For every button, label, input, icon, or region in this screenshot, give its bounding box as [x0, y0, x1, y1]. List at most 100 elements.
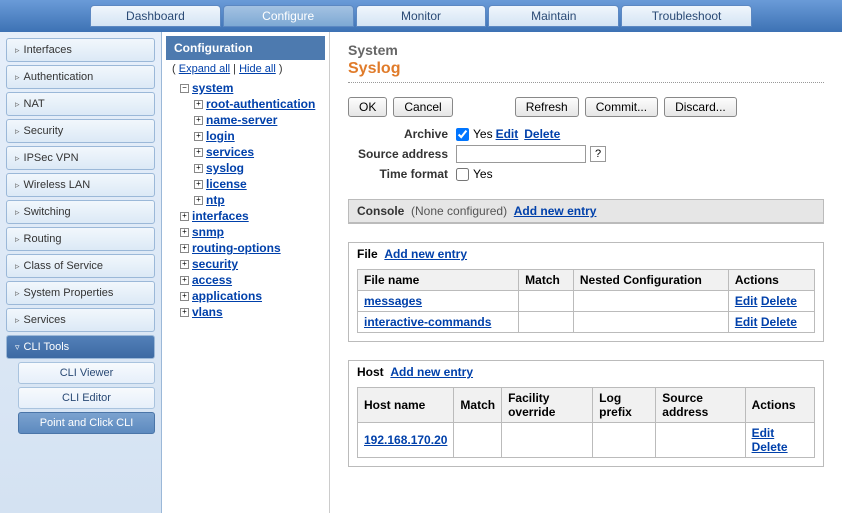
tree-link-vlans[interactable]: vlans	[192, 305, 223, 319]
tree-node-name-server[interactable]: +name-server	[194, 112, 325, 128]
sidebar-item-cli-tools[interactable]: CLI Tools	[6, 335, 155, 359]
tree-link-system[interactable]: system	[192, 81, 233, 95]
sidebar-item-interfaces[interactable]: Interfaces	[6, 38, 155, 62]
sidebar-item-ipsec-vpn[interactable]: IPSec VPN	[6, 146, 155, 170]
tree-node-root-authentication[interactable]: +root-authentication	[194, 96, 325, 112]
tab-dashboard[interactable]: Dashboard	[90, 5, 221, 27]
expand-icon[interactable]: +	[180, 244, 189, 253]
tree-node-snmp[interactable]: +snmp	[180, 224, 325, 240]
discard-button[interactable]: Discard...	[664, 97, 737, 117]
tree-link-license[interactable]: license	[206, 177, 247, 191]
tree-link-ntp[interactable]: ntp	[206, 193, 225, 207]
host-row-delete[interactable]: Delete	[752, 440, 788, 454]
expand-icon[interactable]: +	[194, 164, 203, 173]
expand-icon[interactable]: +	[194, 180, 203, 189]
file-add-link[interactable]: Add new entry	[384, 247, 467, 261]
expand-icon[interactable]: +	[180, 276, 189, 285]
tree-link-interfaces[interactable]: interfaces	[192, 209, 249, 223]
ok-button[interactable]: OK	[348, 97, 387, 117]
expand-icon[interactable]: +	[194, 100, 203, 109]
sub-cli-viewer[interactable]: CLI Viewer	[18, 362, 155, 384]
file-row-edit[interactable]: Edit	[735, 294, 758, 308]
tree-link-services[interactable]: services	[206, 145, 254, 159]
expand-icon[interactable]: +	[194, 132, 203, 141]
sidebar-item-system-properties[interactable]: System Properties	[6, 281, 155, 305]
archive-delete-link[interactable]: Delete	[524, 127, 560, 141]
tree-node-vlans[interactable]: +vlans	[180, 304, 325, 320]
sidebar-item-wireless-lan[interactable]: Wireless LAN	[6, 173, 155, 197]
time-format-checkbox[interactable]	[456, 168, 469, 181]
tree-node-access[interactable]: +access	[180, 272, 325, 288]
tree-node-ntp[interactable]: +ntp	[194, 192, 325, 208]
file-row-name[interactable]: messages	[364, 294, 422, 308]
expand-icon[interactable]: +	[180, 308, 189, 317]
tab-maintain[interactable]: Maintain	[488, 5, 619, 27]
file-row-edit[interactable]: Edit	[735, 315, 758, 329]
tree-node-security[interactable]: +security	[180, 256, 325, 272]
file-row-name[interactable]: interactive-commands	[364, 315, 491, 329]
file-section: File Add new entry File name Match Neste…	[348, 242, 824, 342]
host-row-match	[454, 423, 502, 458]
tree-node-services[interactable]: +services	[194, 144, 325, 160]
page-title: Syslog	[348, 60, 824, 83]
archive-checkbox[interactable]	[456, 128, 469, 141]
tree-node-system[interactable]: − system	[180, 80, 325, 96]
tree-link-routing-options[interactable]: routing-options	[192, 241, 281, 255]
source-address-input[interactable]	[456, 145, 586, 163]
sub-point-and-click-cli[interactable]: Point and Click CLI	[18, 412, 155, 434]
tree-link-login[interactable]: login	[206, 129, 235, 143]
table-row: 192.168.170.20 Edit Delete	[358, 423, 815, 458]
tree-link-security[interactable]: security	[192, 257, 238, 271]
archive-label: Archive	[348, 127, 456, 141]
expand-icon[interactable]: +	[180, 260, 189, 269]
tree-node-routing-options[interactable]: +routing-options	[180, 240, 325, 256]
console-add-link[interactable]: Add new entry	[514, 204, 597, 218]
table-row: interactive-commands Edit Delete	[358, 312, 815, 333]
file-col-actions: Actions	[728, 270, 814, 291]
tab-configure[interactable]: Configure	[223, 5, 354, 27]
expand-icon[interactable]: +	[194, 196, 203, 205]
sidebar-item-routing[interactable]: Routing	[6, 227, 155, 251]
cancel-button[interactable]: Cancel	[393, 97, 452, 117]
tab-troubleshoot[interactable]: Troubleshoot	[621, 5, 752, 27]
tree-link-applications[interactable]: applications	[192, 289, 262, 303]
host-col-name: Host name	[358, 388, 454, 423]
file-row-delete[interactable]: Delete	[761, 294, 797, 308]
host-row-edit[interactable]: Edit	[752, 426, 775, 440]
expand-icon[interactable]: +	[180, 292, 189, 301]
expand-all-link[interactable]: Expand all	[179, 63, 230, 75]
hide-all-link[interactable]: Hide all	[239, 63, 276, 75]
sidebar-item-authentication[interactable]: Authentication	[6, 65, 155, 89]
help-icon[interactable]: ?	[590, 146, 606, 162]
sidebar-item-switching[interactable]: Switching	[6, 200, 155, 224]
expand-icon[interactable]: +	[180, 212, 189, 221]
host-row-name[interactable]: 192.168.170.20	[364, 433, 447, 447]
refresh-button[interactable]: Refresh	[515, 97, 579, 117]
tab-monitor[interactable]: Monitor	[356, 5, 487, 27]
sidebar-item-services[interactable]: Services	[6, 308, 155, 332]
expand-icon[interactable]: +	[194, 148, 203, 157]
archive-yes-text: Yes	[473, 127, 493, 141]
tree-node-license[interactable]: +license	[194, 176, 325, 192]
expand-icon[interactable]: +	[180, 228, 189, 237]
sidebar-item-security[interactable]: Security	[6, 119, 155, 143]
file-row-nested	[573, 312, 728, 333]
tree-link-snmp[interactable]: snmp	[192, 225, 224, 239]
tree-link-root-authentication[interactable]: root-authentication	[206, 97, 315, 111]
sidebar-item-nat[interactable]: NAT	[6, 92, 155, 116]
collapse-icon[interactable]: −	[180, 84, 189, 93]
expand-icon[interactable]: +	[194, 116, 203, 125]
tree-link-access[interactable]: access	[192, 273, 232, 287]
sub-cli-editor[interactable]: CLI Editor	[18, 387, 155, 409]
commit-button[interactable]: Commit...	[585, 97, 658, 117]
tree-link-syslog[interactable]: syslog	[206, 161, 244, 175]
tree-node-applications[interactable]: +applications	[180, 288, 325, 304]
file-row-delete[interactable]: Delete	[761, 315, 797, 329]
host-add-link[interactable]: Add new entry	[390, 365, 473, 379]
tree-node-interfaces[interactable]: +interfaces	[180, 208, 325, 224]
tree-node-syslog[interactable]: +syslog	[194, 160, 325, 176]
sidebar-item-class-of-service[interactable]: Class of Service	[6, 254, 155, 278]
tree-node-login[interactable]: +login	[194, 128, 325, 144]
tree-link-name-server[interactable]: name-server	[206, 113, 277, 127]
archive-edit-link[interactable]: Edit	[496, 127, 519, 141]
